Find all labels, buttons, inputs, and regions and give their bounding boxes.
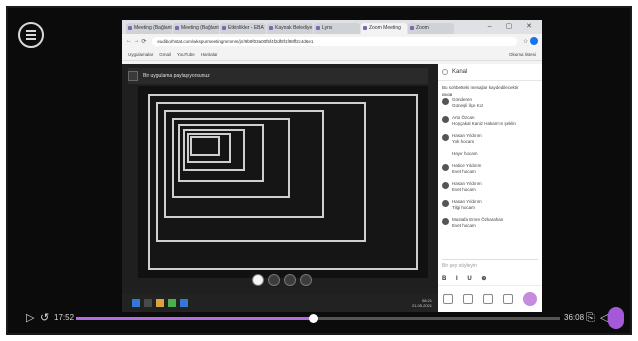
bookmark-youtube[interactable]: YouTube [177, 52, 195, 57]
chat-message: Hasan Yıldırım Evet hocam 08:03 [438, 92, 542, 196]
browser-tab[interactable]: Meeting (Bağlantı) [173, 23, 219, 34]
share-icon[interactable] [300, 274, 312, 286]
message-text: Hayır hocam [452, 151, 478, 156]
participant-icon[interactable] [252, 274, 264, 286]
avatar [442, 182, 449, 189]
progress-handle[interactable] [309, 314, 319, 323]
message-text: Güneşli İlçe Kız [452, 103, 484, 108]
camera-icon[interactable] [284, 274, 296, 286]
chat-message: Hatice Yıldırım Evet hocam 08:03 [438, 92, 542, 178]
chat-message: Mustafa Emre Özkarahan Evet hocam 08:05 [438, 92, 542, 232]
floating-action-button[interactable] [608, 307, 624, 329]
captions-icon[interactable]: ⎘ [586, 312, 595, 324]
current-time: 17:52 [54, 313, 75, 322]
share-indicator: Bir uygulama paylaşıyorsunuz [128, 68, 428, 84]
message-text: Evet hocam [452, 187, 476, 192]
bookmark-maps[interactable]: Haritalar [201, 52, 218, 57]
meeting-area: Bir uygulama paylaşıyorsunuz 08:21 21.05… [122, 64, 542, 312]
message-text: Evet hocam [452, 169, 476, 174]
chat-panel: Kanal Bu sohbetteki mesajlar kaydedilece… [438, 64, 542, 312]
message-text: Evet hocam [452, 223, 476, 228]
message-time: 08:05 [442, 92, 453, 97]
chat-message: Hasan Yıldırım Yok hocam 08:02 [438, 92, 542, 148]
chat-message: Hayır hocam [438, 148, 542, 160]
avatar [442, 200, 449, 207]
progress-bar[interactable] [76, 314, 560, 323]
recursive-screen [190, 136, 220, 156]
mic-icon[interactable] [268, 274, 280, 286]
browser-tab[interactable]: Lynx [314, 23, 360, 34]
chat-input[interactable]: Bir şey söyleyin [442, 259, 538, 272]
format-toolbar[interactable]: B I U ⊕ [442, 275, 490, 282]
avatar [442, 164, 449, 171]
message-text: Tilgi hocam [452, 205, 475, 210]
share-label: Bir uygulama paylaşıyorsunuz [143, 73, 210, 79]
shared-screen [138, 86, 428, 278]
avatar [442, 116, 449, 123]
window-controls[interactable]: – ▢ ✕ [488, 22, 538, 30]
browser-tab-active[interactable]: Zoom Meeting [361, 23, 407, 34]
bookmarks-bar: Uygulamalar Gmail YouTube Haritalar Okum… [122, 48, 542, 61]
reading-list[interactable]: Okuma listesi [509, 52, 536, 57]
browser-tab[interactable]: Kaynak Belediye [267, 23, 313, 34]
message-text: Yok hocam [452, 139, 475, 144]
address-bar: ← → ⟳ eudiborhstat.com/wkspurmeetingmmmm… [122, 34, 542, 48]
avatar [442, 98, 449, 105]
player-controls: ▷ ↺ 17:52 36:08 ⎘ ◁ ⤡ [8, 303, 630, 333]
avatar [442, 134, 449, 141]
message-text: Hoşçakal Kaniz Hakam'ın şeklin [452, 121, 516, 126]
chat-title: Kanal [438, 64, 542, 81]
tab-bar: Meeting (Bağlantı) Meeting (Bağlantı) Et… [122, 20, 542, 34]
menu-button[interactable] [18, 22, 44, 48]
bookmark-gmail[interactable]: Gmail [159, 52, 171, 57]
browser-tab[interactable]: Meeting (Bağlantı) [126, 23, 172, 34]
chat-message: Hasan Yıldırım Tilgi hocam 08:04 [438, 92, 542, 214]
chat-message: Arto Özcan Hoşçakal Kaniz Hakam'ın şeklin… [438, 92, 542, 130]
chat-message: Gönderen Güneşli İlçe Kız [438, 94, 542, 112]
url-field[interactable]: eudiborhstat.com/wkspurmeetingmmmm/jrr/9… [152, 36, 517, 46]
chat-messages: Bu sohbetteki mesajlar kaydedilecektir G… [438, 82, 542, 254]
bookmark-apps[interactable]: Uygulamalar [128, 52, 153, 57]
screen-share-icon [128, 71, 138, 81]
back-icon[interactable]: ← [126, 38, 132, 44]
progress-fill [76, 317, 314, 320]
browser-tab[interactable]: Etkinlikler - EBA [220, 23, 266, 34]
meeting-controls [252, 274, 312, 286]
total-time: 36:08 [564, 313, 585, 322]
hamburger-icon [26, 34, 36, 36]
chat-note: Bu sohbetteki mesajlar kaydedilecektir [442, 85, 519, 90]
avatar [442, 218, 449, 225]
browser-tab[interactable]: Zoom [408, 23, 454, 34]
reload-icon[interactable]: ⟳ [141, 38, 146, 45]
replay-icon[interactable]: ↺ [40, 312, 49, 324]
browser-window: Meeting (Bağlantı) Meeting (Bağlantı) Et… [122, 20, 542, 64]
forward-icon[interactable]: → [134, 38, 140, 44]
profile-avatar[interactable] [530, 37, 538, 45]
star-icon[interactable]: ☆ [523, 38, 528, 45]
play-icon[interactable]: ▷ [26, 312, 34, 324]
video-player: Meeting (Bağlantı) Meeting (Bağlantı) Et… [6, 6, 632, 335]
